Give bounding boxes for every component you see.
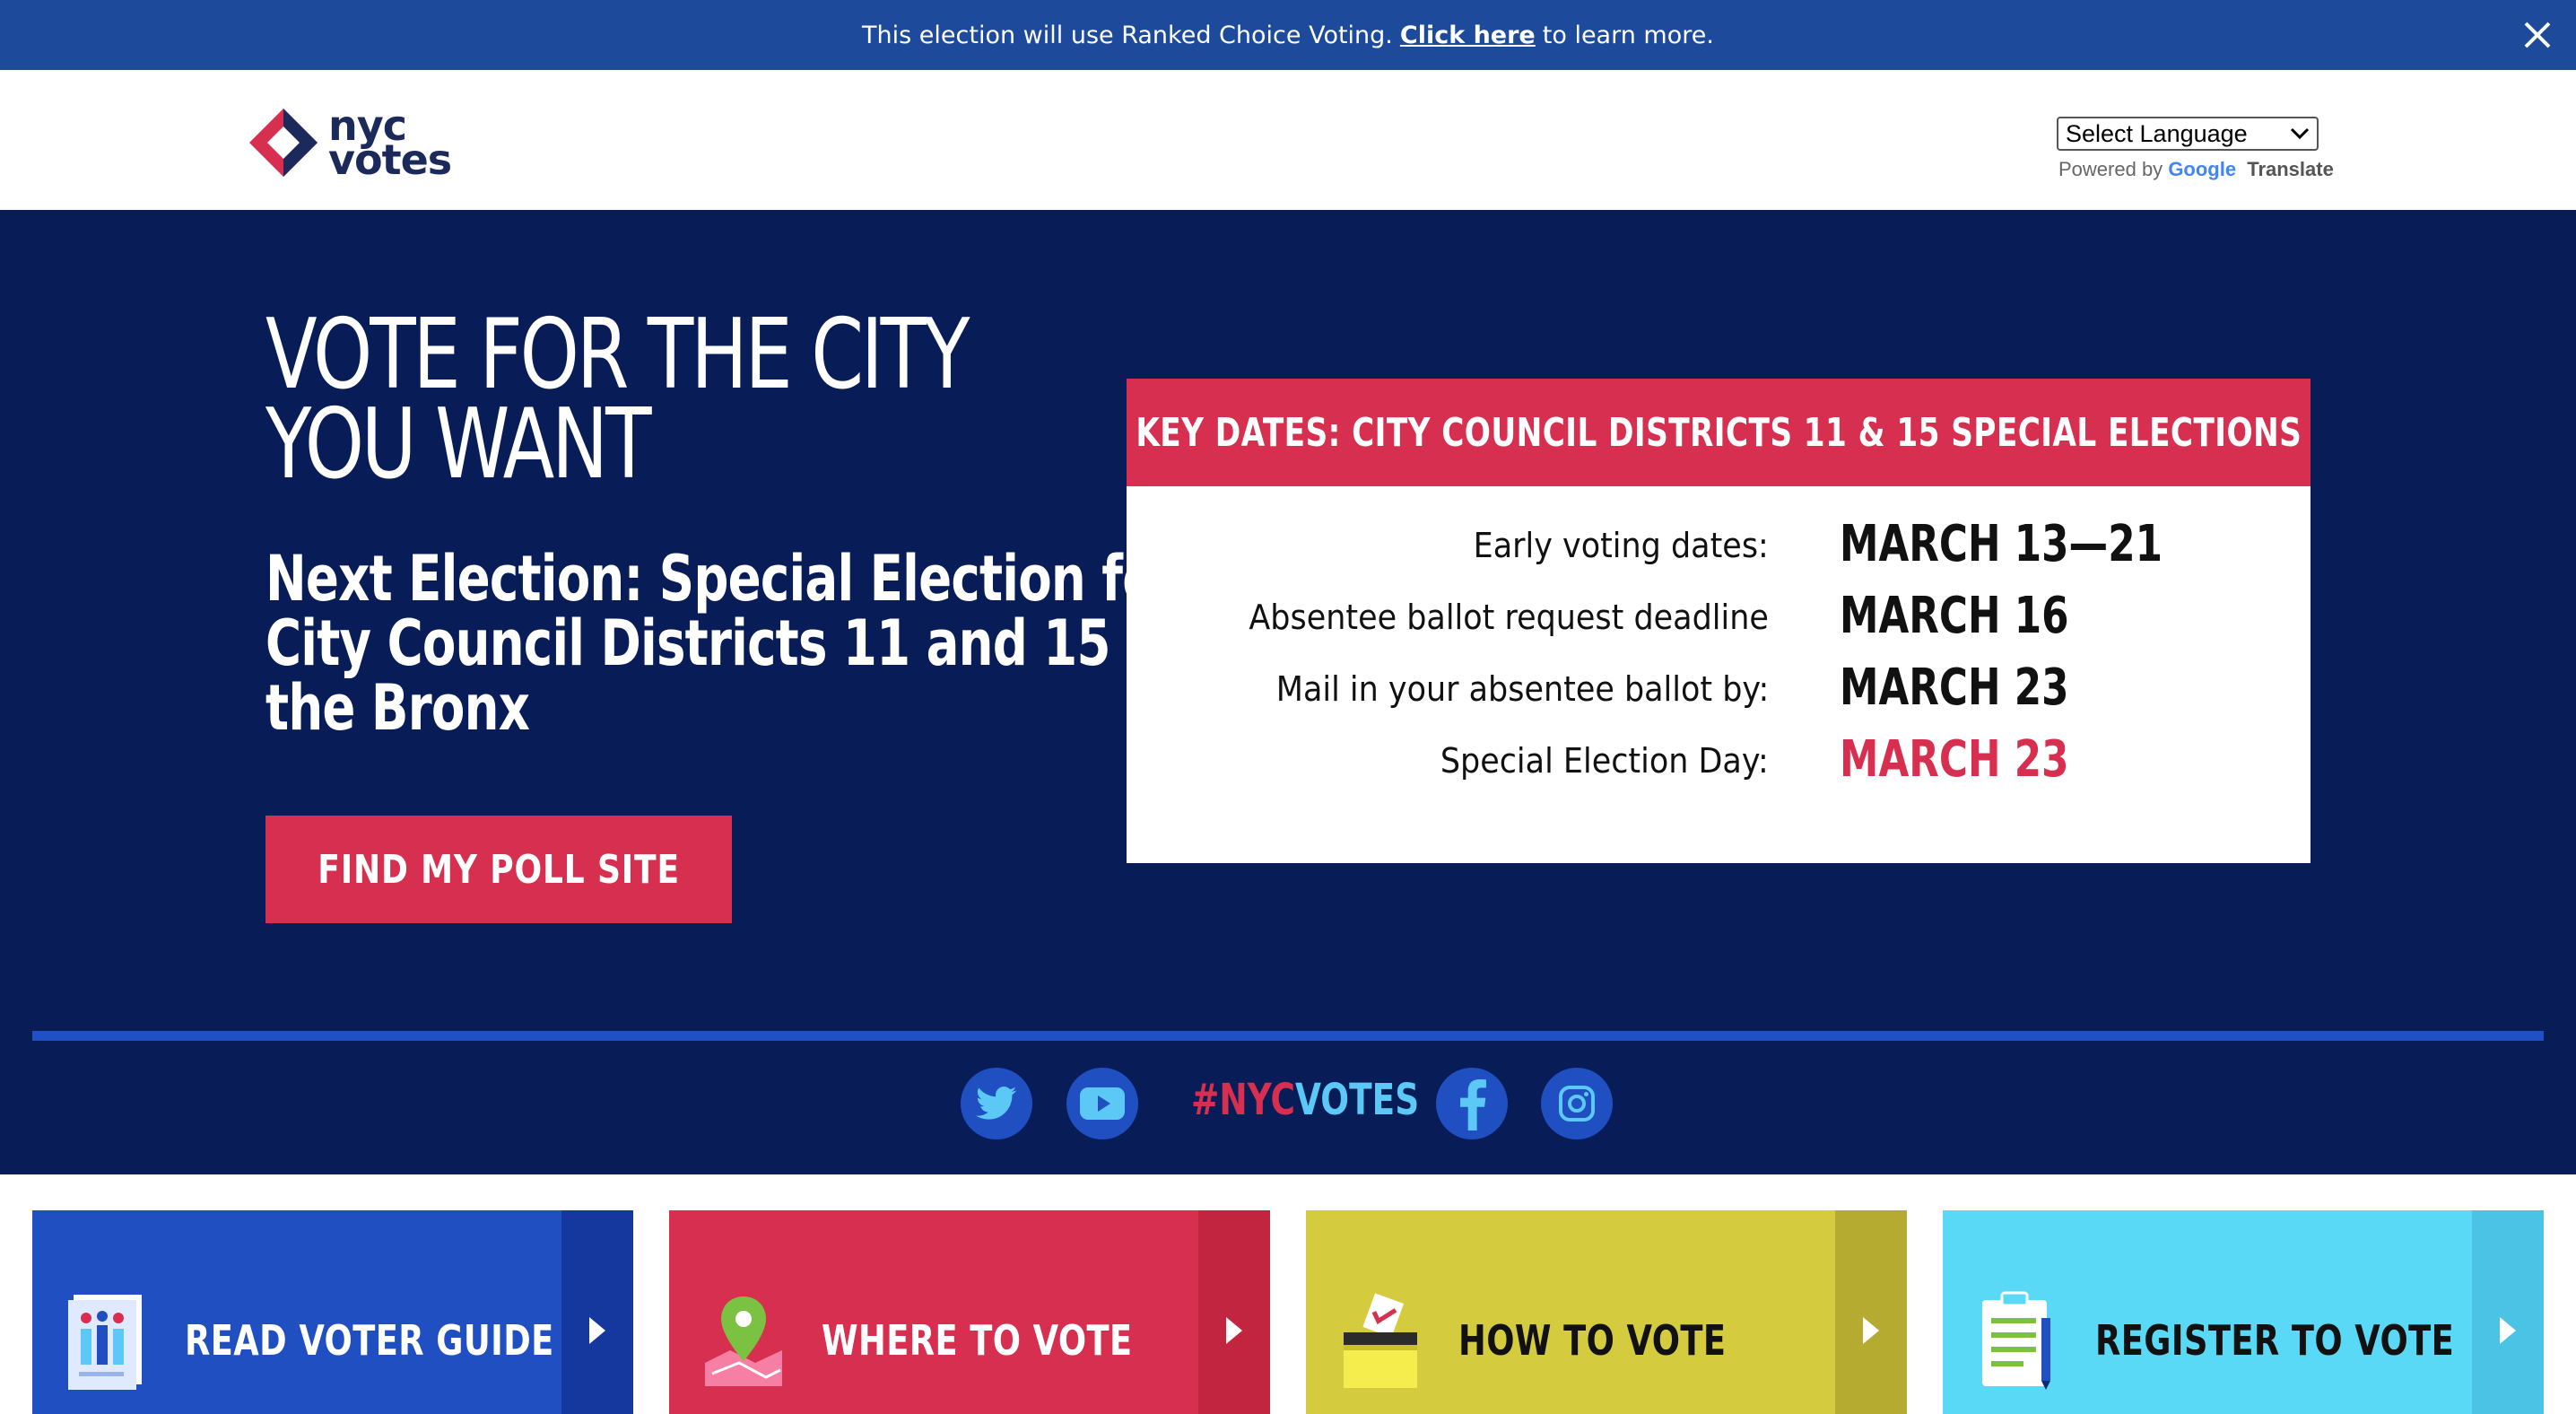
tile-label: HOW TO VOTE: [1458, 1316, 1727, 1365]
language-select-value: Select Language: [2066, 119, 2248, 147]
google-wordmark: Google: [2168, 158, 2237, 180]
google-translate-credit: Powered by Google Translate: [2058, 158, 2334, 181]
next-election-heading: Next Election: Special Election for City…: [265, 542, 1179, 745]
hero-title-line-1: VOTE FOR THE CITY: [265, 299, 970, 411]
key-date-row: Mail in your absentee ballot by: MARCH 2…: [1127, 657, 2311, 729]
youtube-link[interactable]: [1066, 1068, 1138, 1139]
site-header: nyc votes Select Language Powered by Goo…: [0, 70, 2576, 210]
map-pin-icon: [705, 1296, 782, 1386]
hero-title-line-2: YOU WANT: [265, 388, 652, 501]
logo-line-2: votes: [328, 135, 452, 184]
tile-label: READ VOTER GUIDE: [185, 1316, 554, 1365]
alert-learn-more-link[interactable]: Click here: [1400, 22, 1536, 49]
key-date-label: Early voting dates:: [1473, 526, 1769, 565]
tile-arrow: [1198, 1210, 1270, 1414]
ballot-box-icon: [1344, 1293, 1417, 1388]
key-date-label: Special Election Day:: [1440, 741, 1769, 781]
facebook-icon: [1460, 1079, 1486, 1130]
instagram-link[interactable]: [1541, 1068, 1613, 1139]
tile-arrow: [561, 1210, 633, 1414]
tile-label: REGISTER TO VOTE: [2095, 1316, 2455, 1365]
read-voter-guide-tile[interactable]: READ VOTER GUIDE: [32, 1210, 633, 1414]
youtube-icon: [1080, 1087, 1125, 1120]
action-tiles: READ VOTER GUIDE WHERE TO VOTE HOW TO VO…: [0, 1210, 2576, 1414]
next-election-line-3: the Bronx: [265, 671, 530, 745]
find-my-poll-site-button[interactable]: FIND MY POLL SITE: [265, 816, 732, 923]
key-date-value: MARCH 23: [1840, 659, 2069, 717]
translate-label: Translate: [2247, 158, 2334, 180]
hashtag-part-1: #NYC: [1191, 1075, 1295, 1125]
next-election-line-2: City Council Districts 11 and 15 in: [265, 607, 1178, 680]
key-date-label: Absentee ballot request deadline: [1249, 598, 1769, 637]
chevron-right-icon: [2500, 1316, 2516, 1344]
alert-text: This election will use Ranked Choice Vot…: [862, 21, 1393, 49]
ranked-choice-alert-bar: This election will use Ranked Choice Vot…: [0, 0, 2576, 70]
twitter-link[interactable]: [961, 1068, 1032, 1139]
key-dates-heading-text: KEY DATES: CITY COUNCIL DISTRICTS 11 & 1…: [1136, 409, 2302, 456]
chevron-down-icon: [2290, 127, 2310, 140]
key-date-value: MARCH 16: [1840, 587, 2069, 645]
logo-diamond-icon: [249, 109, 318, 177]
key-date-row: Special Election Day: MARCH 23: [1127, 729, 2311, 800]
instagram-icon: [1559, 1086, 1595, 1122]
alert-text-after: to learn more.: [1542, 21, 1714, 49]
close-icon[interactable]: [2520, 18, 2554, 52]
chevron-right-icon: [1863, 1316, 1879, 1344]
powered-by-label: Powered by: [2058, 158, 2163, 180]
social-links: #NYCVOTES: [0, 1068, 2576, 1139]
facebook-link[interactable]: [1436, 1068, 1508, 1139]
how-to-vote-tile[interactable]: HOW TO VOTE: [1306, 1210, 1907, 1414]
nyc-votes-logo[interactable]: nyc votes: [246, 102, 479, 183]
logo-wordmark: nyc votes: [328, 105, 452, 184]
language-select[interactable]: Select Language: [2057, 117, 2319, 151]
chevron-right-icon: [1226, 1316, 1242, 1344]
tile-arrow: [2472, 1210, 2544, 1414]
hero-title: VOTE FOR THE CITY YOU WANT: [265, 299, 970, 501]
hero-divider: [32, 1031, 2544, 1041]
key-date-label: Mail in your absentee ballot by:: [1275, 669, 1769, 709]
key-dates-card: KEY DATES: CITY COUNCIL DISTRICTS 11 & 1…: [1127, 379, 2311, 863]
voter-guide-icon: [68, 1295, 142, 1390]
key-dates-heading: KEY DATES: CITY COUNCIL DISTRICTS 11 & 1…: [1127, 379, 2311, 486]
chevron-right-icon: [589, 1316, 605, 1344]
tile-arrow: [1835, 1210, 1907, 1414]
register-to-vote-tile[interactable]: REGISTER TO VOTE: [1943, 1210, 2544, 1414]
hashtag-part-2: VOTES: [1294, 1075, 1420, 1125]
key-date-row: Early voting dates: MARCH 13—21: [1127, 513, 2311, 585]
twitter-icon: [976, 1087, 1017, 1120]
key-date-value: MARCH 13—21: [1840, 515, 2163, 573]
clipboard-icon: [1982, 1291, 2050, 1390]
election-day-value: MARCH 23: [1840, 730, 2069, 789]
where-to-vote-tile[interactable]: WHERE TO VOTE: [669, 1210, 1270, 1414]
hero-section: VOTE FOR THE CITY YOU WANT Next Election…: [0, 210, 2576, 1174]
nycvotes-hashtag: #NYCVOTES: [1191, 1075, 1419, 1125]
find-my-poll-site-label: FIND MY POLL SITE: [318, 846, 680, 893]
next-election-line-1: Next Election: Special Election for: [265, 542, 1179, 615]
tile-label: WHERE TO VOTE: [822, 1316, 1133, 1365]
key-date-row: Absentee ballot request deadline MARCH 1…: [1127, 585, 2311, 657]
